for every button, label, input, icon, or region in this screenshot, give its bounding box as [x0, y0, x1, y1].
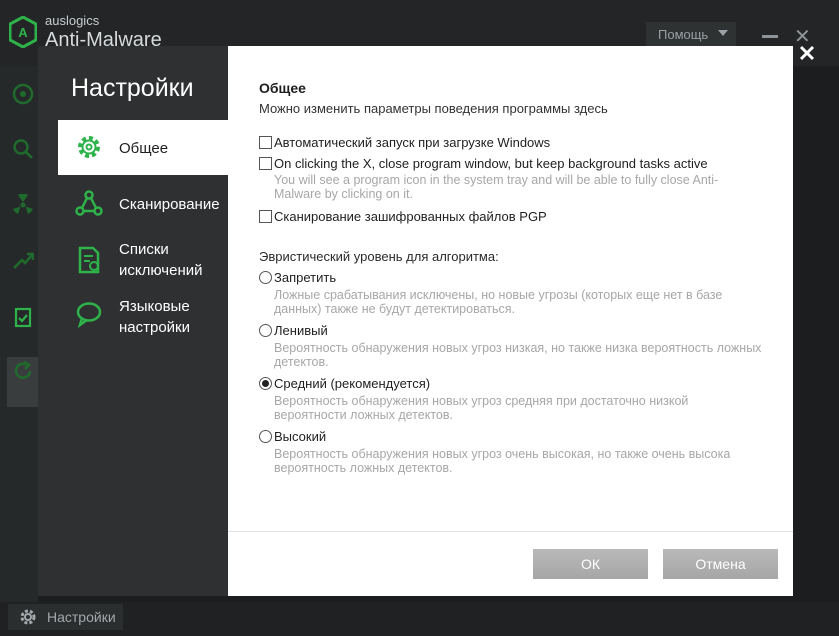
- refresh-icon[interactable]: [12, 360, 34, 382]
- close-to-tray-checkbox[interactable]: [259, 157, 272, 170]
- section-subtitle: Можно изменить параметры поведения прогр…: [259, 101, 608, 116]
- chevron-down-icon: [718, 30, 728, 36]
- radiation-icon[interactable]: [12, 194, 34, 216]
- heuristic-label: Эвристический уровень для алгоритма:: [259, 249, 499, 264]
- svg-text:A: A: [18, 25, 28, 40]
- nav-item-scanning[interactable]: Сканирование: [58, 184, 228, 226]
- settings-sidebar: Настройки Общее Сканирование Списки искл…: [38, 46, 228, 596]
- dialog-close-icon[interactable]: [798, 44, 816, 62]
- brand-vendor: auslogics: [45, 13, 100, 28]
- cancel-button[interactable]: Отмена: [663, 549, 778, 579]
- minimize-icon[interactable]: [762, 35, 778, 38]
- settings-content: Общее Можно изменить параметры поведения…: [228, 46, 793, 596]
- dashboard-icon[interactable]: [12, 83, 34, 105]
- nodes-icon: [75, 190, 103, 216]
- gear-icon: [78, 136, 100, 158]
- heuristic-lazy-label[interactable]: Ленивый: [274, 323, 328, 338]
- pgp-scan-checkbox[interactable]: [259, 210, 272, 223]
- help-dropdown[interactable]: Помощь: [646, 22, 736, 48]
- heuristic-high-description: Вероятность обнаружения новых угроз очен…: [274, 447, 731, 475]
- app-footer: [0, 602, 839, 636]
- autostart-label[interactable]: Автоматический запуск при загрузке Windo…: [274, 135, 550, 150]
- clipboard-check-icon[interactable]: [12, 306, 34, 328]
- app-logo-icon: A: [9, 16, 37, 48]
- heuristic-medium-radio[interactable]: [259, 377, 272, 390]
- heuristic-disable-radio[interactable]: [259, 271, 272, 284]
- pgp-scan-label[interactable]: Сканирование зашифрованных файлов PGP: [274, 209, 547, 224]
- close-to-tray-description: You will see a program icon in the syste…: [274, 173, 719, 201]
- heuristic-disable-label[interactable]: Запретить: [274, 270, 336, 285]
- heuristic-disable-description: Ложные срабатывания исключены, но новые …: [274, 288, 723, 316]
- help-label: Помощь: [658, 27, 709, 42]
- arrows-icon[interactable]: [12, 250, 34, 272]
- gear-icon: [20, 609, 36, 625]
- speech-bubble-icon: [76, 302, 102, 328]
- heuristic-medium-label[interactable]: Средний (рекомендуется): [274, 376, 430, 391]
- nav-item-exclusions[interactable]: Списки исключений: [58, 238, 228, 284]
- ok-button[interactable]: ОК: [533, 549, 648, 579]
- heuristic-lazy-description: Вероятность обнаружения новых угроз низк…: [274, 341, 762, 369]
- heuristic-lazy-radio[interactable]: [259, 324, 272, 337]
- heuristic-high-radio[interactable]: [259, 430, 272, 443]
- nav-label: Языковые настройки: [119, 298, 191, 336]
- document-check-icon: [78, 246, 100, 274]
- settings-title: Настройки: [71, 74, 194, 102]
- nav-label: Сканирование: [119, 196, 220, 213]
- nav-label: Общее: [119, 140, 169, 157]
- nav-label: Списки исключений: [119, 241, 203, 279]
- autostart-checkbox[interactable]: [259, 136, 272, 149]
- footer-divider: [228, 531, 793, 532]
- heuristic-high-label[interactable]: Высокий: [274, 429, 326, 444]
- close-to-tray-label[interactable]: On clicking the X, close program window,…: [274, 156, 708, 171]
- heuristic-medium-description: Вероятность обнаружения новых угроз сред…: [274, 394, 689, 422]
- section-title: Общее: [259, 80, 306, 96]
- nav-item-language[interactable]: Языковые настройки: [58, 294, 228, 340]
- footer-settings-label: Настройки: [47, 609, 116, 625]
- nav-item-general[interactable]: Общее: [58, 120, 228, 175]
- app-sidebar: [0, 66, 38, 602]
- search-icon[interactable]: [12, 138, 34, 160]
